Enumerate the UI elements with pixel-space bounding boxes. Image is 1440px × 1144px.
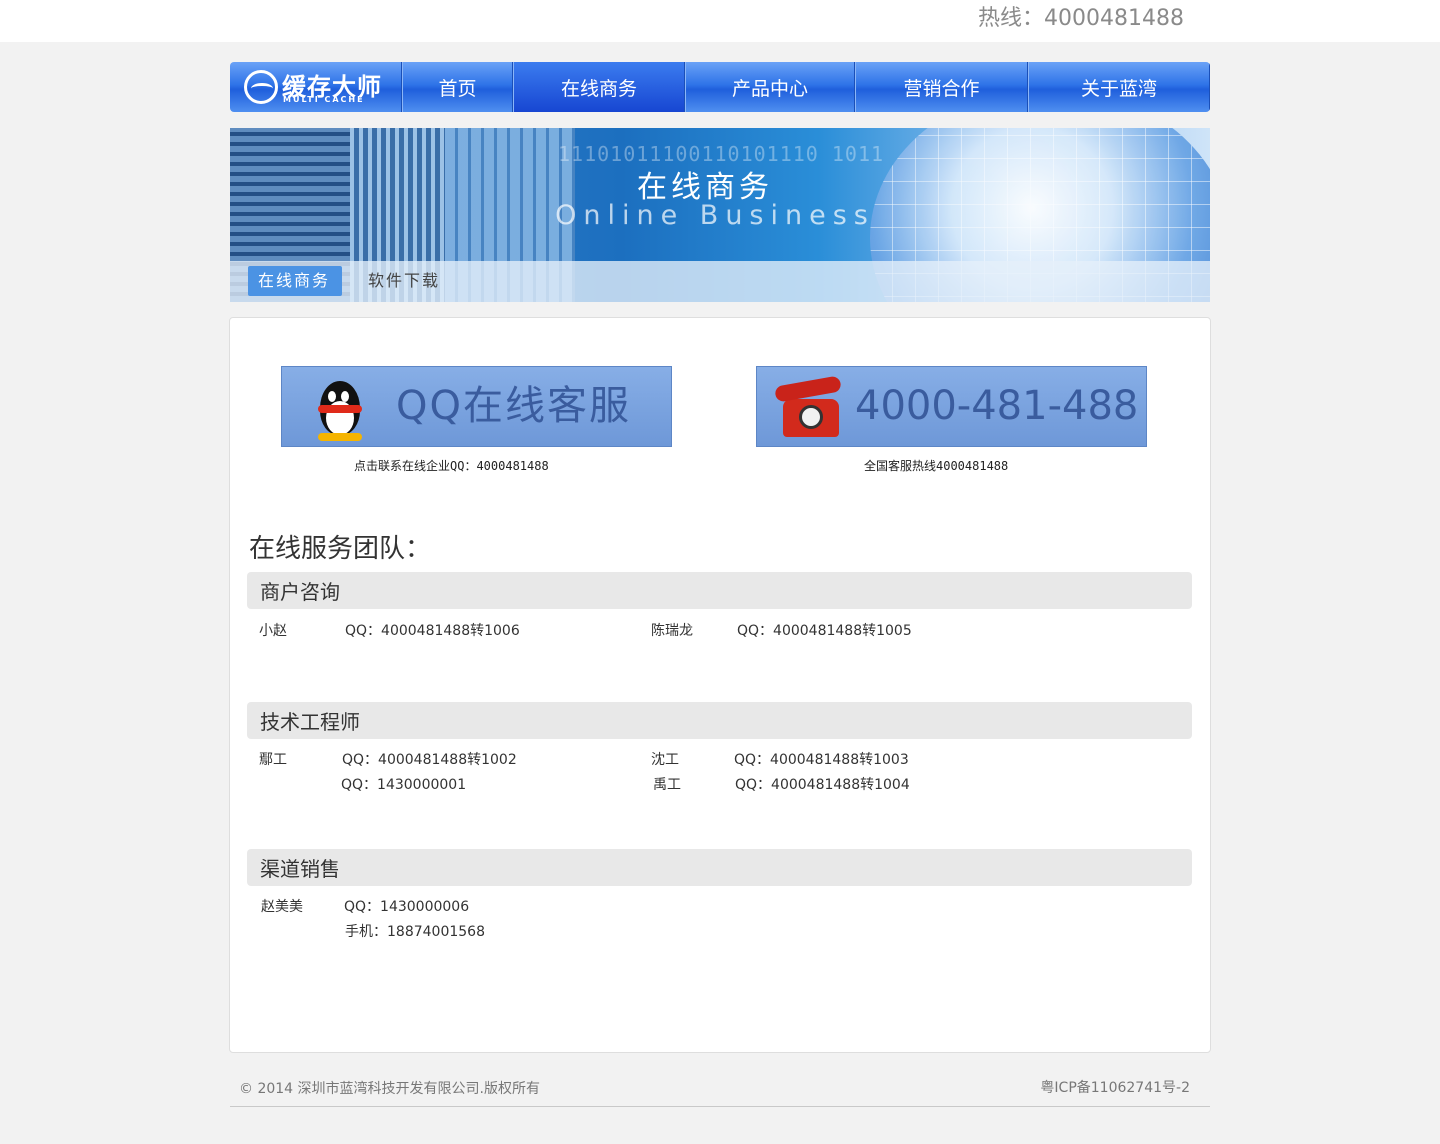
footer: © 2014 深圳市蓝湾科技开发有限公司.版权所有 粤ICP备11062741号… xyxy=(230,1072,1210,1107)
section-title: 商户咨询 xyxy=(260,580,340,604)
team-title: 在线服务团队： xyxy=(249,534,432,564)
member-name: 小赵 xyxy=(259,623,287,639)
hotline-button[interactable]: 4000-481-488 xyxy=(756,366,1147,447)
member-name: 鄢工 xyxy=(259,752,287,768)
hotline-text: 热线：4000481488 xyxy=(978,6,1184,31)
qq-button-label: QQ在线客服 xyxy=(396,383,631,429)
member-qq[interactable]: QQ：4000481488转1004 xyxy=(735,774,910,794)
member-qq[interactable]: QQ：1430000006 xyxy=(344,896,469,916)
qq-service-button[interactable]: QQ在线客服 xyxy=(281,366,672,447)
nav-item-marketing[interactable]: 营销合作 xyxy=(855,62,1028,112)
main-nav: 缓存大师 MULTI CACHE 首页 在线商务 产品中心 营销合作 关于蓝湾 xyxy=(230,62,1210,112)
member-name: 禹工 xyxy=(653,777,681,793)
member-qq[interactable]: QQ：4000481488转1002 xyxy=(342,749,517,769)
member-name: 赵美美 xyxy=(261,899,303,915)
subnav-software-download[interactable]: 软件下载 xyxy=(358,266,450,296)
member-qq[interactable]: QQ：4000481488转1005 xyxy=(737,620,912,640)
content-panel: QQ在线客服 点击联系在线企业QQ：4000481488 4000-481-48… xyxy=(229,317,1211,1053)
logo[interactable]: 缓存大师 MULTI CACHE xyxy=(230,62,402,112)
hotline-caption: 全国客服热线4000481488 xyxy=(864,459,1009,473)
nav-item-products[interactable]: 产品中心 xyxy=(685,62,855,112)
member-name: 陈瑞龙 xyxy=(651,623,693,639)
member-qq[interactable]: QQ：4000481488转1006 xyxy=(345,620,520,640)
banner-subtitle: Online Business xyxy=(555,200,875,231)
telephone-icon xyxy=(774,375,845,439)
icp-link[interactable]: 粤ICP备11062741号-2 xyxy=(1040,1077,1190,1097)
hotline-button-label: 4000-481-488 xyxy=(855,383,1139,429)
sub-nav: 在线商务 软件下载 xyxy=(230,261,1210,302)
member-qq[interactable]: QQ：4000481488转1003 xyxy=(734,749,909,769)
member-phone[interactable]: 手机：18874001568 xyxy=(345,921,485,941)
nav-item-home[interactable]: 首页 xyxy=(402,62,513,112)
nav-item-online-business[interactable]: 在线商务 xyxy=(513,62,685,112)
qq-penguin-icon xyxy=(308,373,370,443)
logo-mark-icon xyxy=(244,70,278,104)
subnav-online-business[interactable]: 在线商务 xyxy=(248,266,342,296)
logo-subtext: MULTI CACHE xyxy=(283,95,365,104)
section-title: 渠道销售 xyxy=(260,857,340,881)
section-header: 商户咨询 xyxy=(247,572,1192,609)
nav-item-about[interactable]: 关于蓝湾 xyxy=(1028,62,1210,112)
section-title: 技术工程师 xyxy=(260,710,360,734)
top-bar: 热线：4000481488 xyxy=(0,0,1440,42)
banner: 11101011100110101110 1011 在线商务 Online Bu… xyxy=(230,128,1210,302)
section-header: 技术工程师 xyxy=(247,702,1192,739)
member-name: 沈工 xyxy=(651,752,679,768)
copyright-text: © 2014 深圳市蓝湾科技开发有限公司.版权所有 xyxy=(239,1081,540,1097)
qq-caption: 点击联系在线企业QQ：4000481488 xyxy=(354,459,549,473)
section-header: 渠道销售 xyxy=(247,849,1192,886)
member-qq[interactable]: QQ：1430000001 xyxy=(341,774,466,794)
